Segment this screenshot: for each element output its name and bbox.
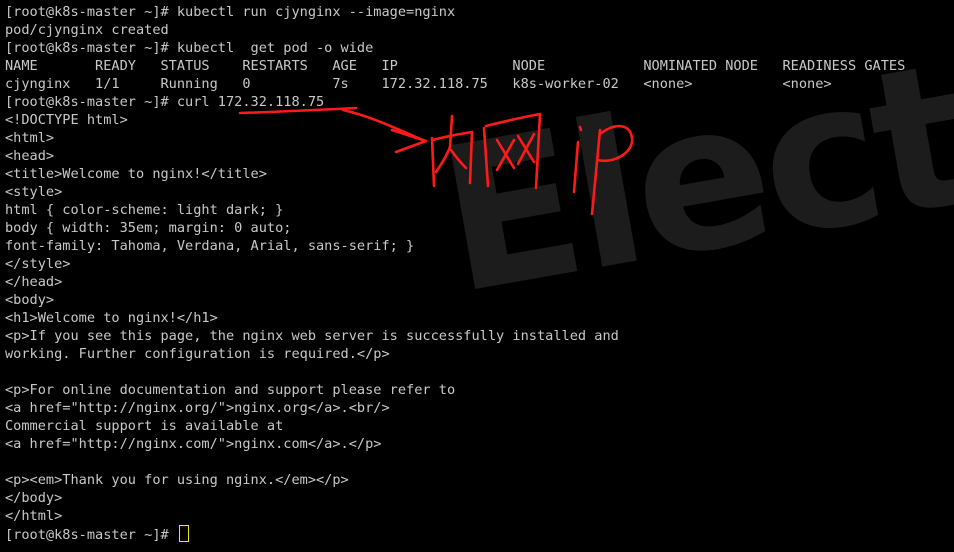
terminal-line: <a href="http://nginx.com/">nginx.com</a…: [5, 436, 382, 452]
terminal-line: <p>For online documentation and support …: [5, 382, 456, 398]
terminal-line: </html>: [5, 508, 63, 524]
terminal-line: Commercial support is available at: [5, 418, 284, 434]
terminal-line: cjynginx 1/1 Running 0 7s 172.32.118.75 …: [5, 76, 832, 92]
terminal-line: <style>: [5, 184, 63, 200]
terminal-line: NAME READY STATUS RESTARTS AGE IP NODE N…: [5, 58, 906, 74]
terminal-line: </head>: [5, 274, 63, 290]
terminal-line: <!DOCTYPE html>: [5, 112, 128, 128]
terminal-line: <p>If you see this page, the nginx web s…: [5, 328, 619, 344]
terminal-line: <p><em>Thank you for using nginx.</em></…: [5, 472, 349, 488]
command-prompt[interactable]: [root@k8s-master ~]#: [5, 525, 905, 543]
terminal-line: <h1>Welcome to nginx!</h1>: [5, 310, 218, 326]
terminal-line: <html>: [5, 130, 55, 146]
terminal-line: <body>: [5, 292, 55, 308]
terminal-output: [root@k8s-master ~]# kubectl run cjyngin…: [5, 3, 905, 543]
terminal-line: <title>Welcome to nginx!</title>: [5, 166, 267, 182]
terminal-line: pod/cjynginx created: [5, 22, 169, 38]
terminal-line: [root@k8s-master ~]# kubectl get pod -o …: [5, 40, 374, 56]
terminal-line: body { width: 35em; margin: 0 auto;: [5, 220, 292, 236]
terminal-line: </body>: [5, 490, 63, 506]
terminal-line: [root@k8s-master ~]# curl 172.32.118.75: [5, 94, 325, 110]
terminal-line: html { color-scheme: light dark; }: [5, 202, 284, 218]
terminal-line: <head>: [5, 148, 55, 164]
terminal-line: <a href="http://nginx.org/">nginx.org</a…: [5, 400, 390, 416]
terminal-line: </style>: [5, 256, 71, 272]
text-cursor[interactable]: [178, 525, 189, 542]
terminal-line: font-family: Tahoma, Verdana, Arial, san…: [5, 238, 415, 254]
terminal-line: working. Further configuration is requir…: [5, 346, 390, 362]
terminal-window[interactable]: Electe [root@k8s-master ~]# kubectl run …: [0, 0, 954, 552]
terminal-line: [root@k8s-master ~]# kubectl run cjyngin…: [5, 4, 456, 20]
